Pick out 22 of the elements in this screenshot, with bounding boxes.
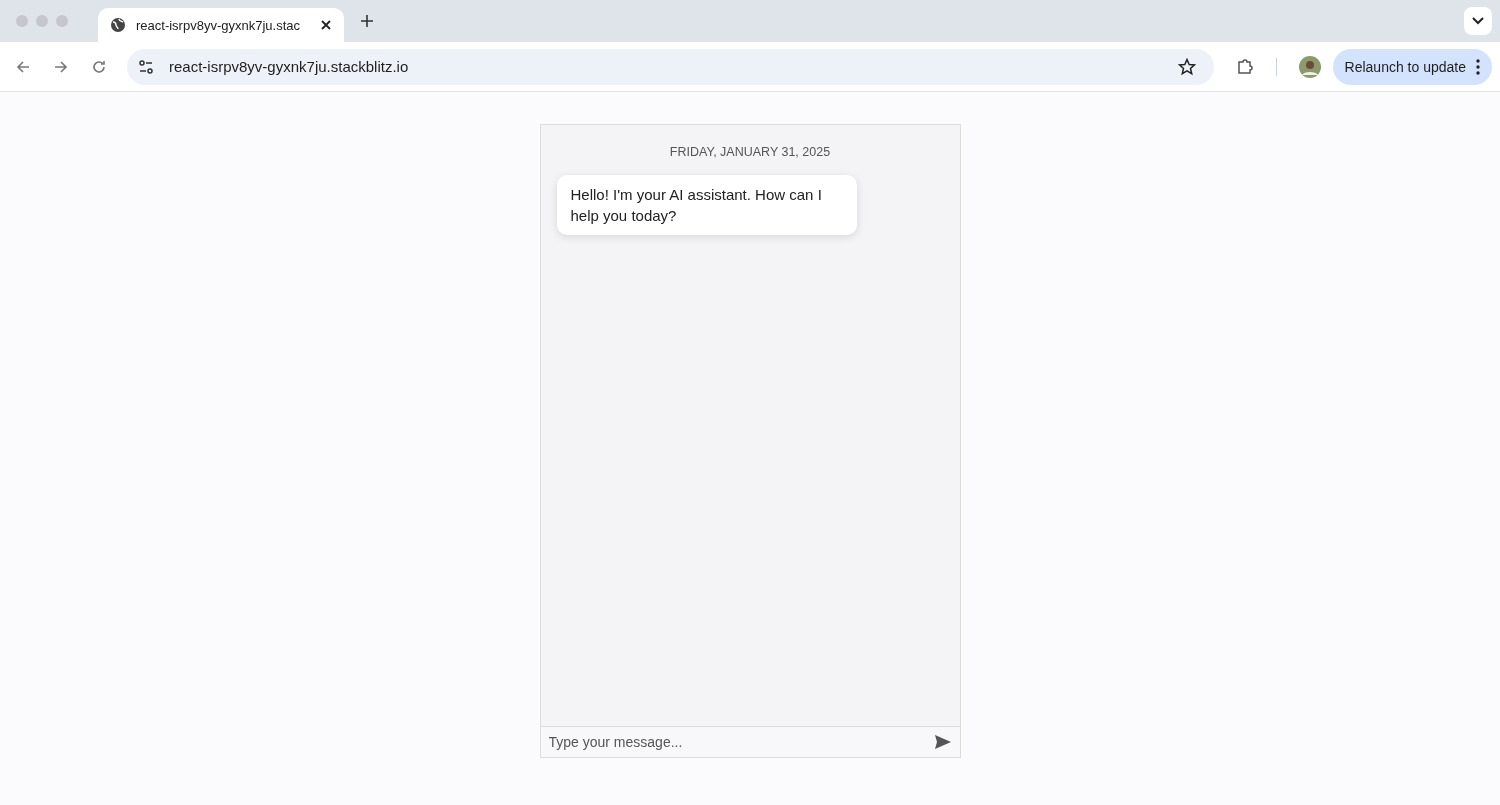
avatar-icon[interactable] (1298, 55, 1321, 78)
address-bar[interactable]: react-isrpv8yv-gyxnk7ju.stackblitz.io (127, 48, 1214, 85)
date-label: FRIDAY, JANUARY 31, 2025 (669, 145, 831, 159)
reload-icon[interactable] (91, 58, 107, 75)
message-bubble: Hello! I'm your AI assistant. How can I help you today? (556, 175, 857, 235)
url-text: react-isrpv8yv-gyxnk7ju.stackblitz.io (169, 58, 410, 75)
message-input[interactable]: Type your message... (540, 727, 926, 757)
browser-tab[interactable]: react-isrpv8yv-gyxnk7ju.stac (98, 8, 344, 42)
bookmark-star-icon[interactable] (1177, 57, 1196, 76)
site-settings-icon[interactable] (138, 58, 154, 75)
new-tab-icon[interactable] (360, 14, 374, 28)
send-button[interactable] (925, 727, 960, 757)
back-icon[interactable] (15, 58, 31, 75)
menu-icon[interactable] (1476, 58, 1480, 75)
caret-icon (1472, 17, 1484, 25)
send-icon (933, 734, 952, 750)
extensions-icon[interactable] (1235, 57, 1254, 76)
relaunch-button[interactable]: Relaunch to update (1332, 48, 1492, 85)
tab-search-button[interactable] (1464, 7, 1492, 35)
forward-icon[interactable] (53, 58, 69, 75)
close-icon[interactable] (320, 19, 332, 31)
globe-icon (110, 17, 126, 33)
